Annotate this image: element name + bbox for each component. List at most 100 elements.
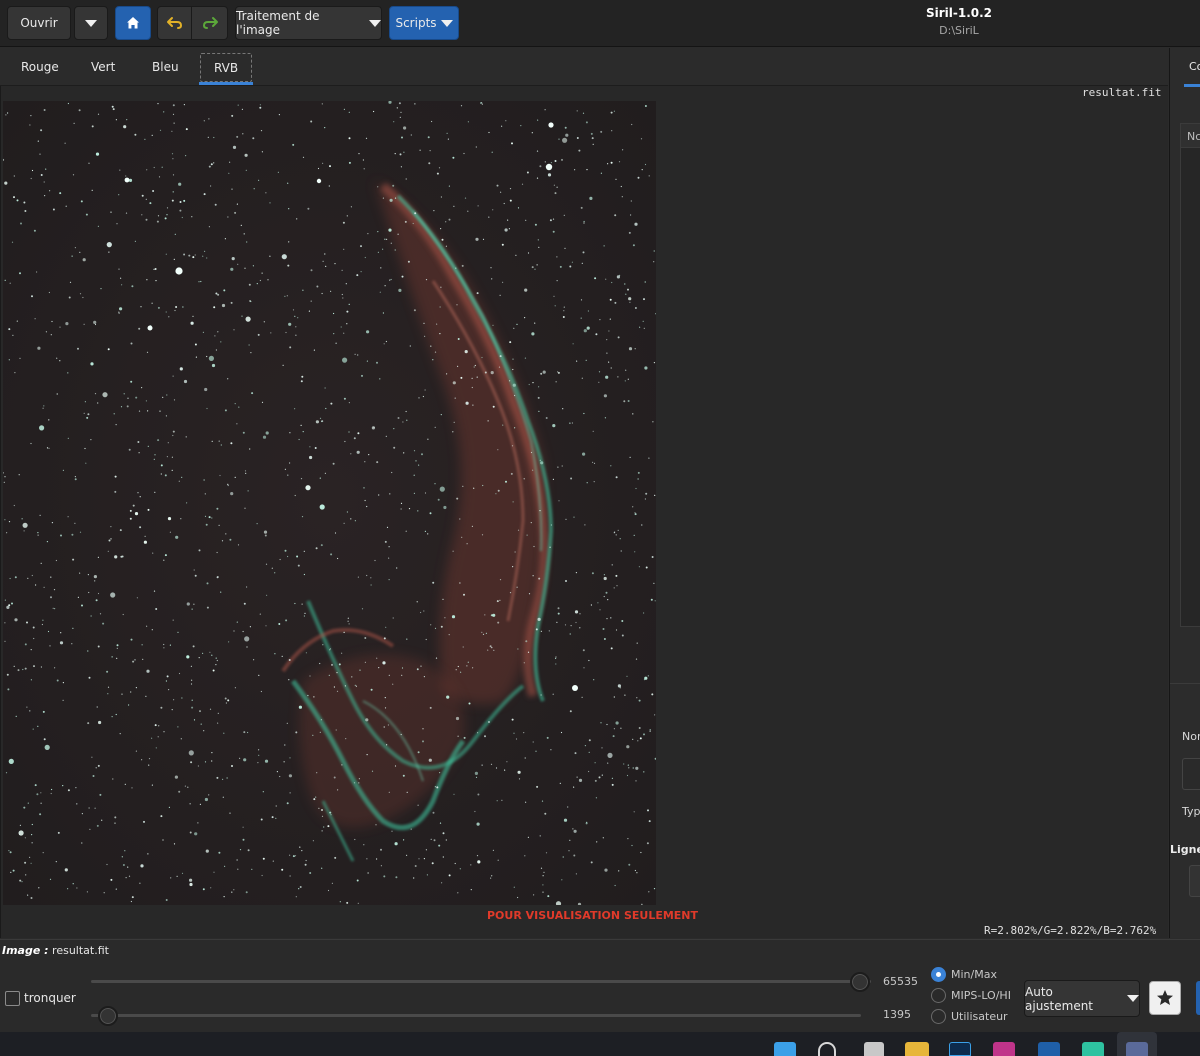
star <box>298 705 302 709</box>
star <box>102 622 105 625</box>
taskview-icon[interactable] <box>864 1042 884 1056</box>
star <box>155 280 157 282</box>
star <box>414 865 417 867</box>
star <box>301 603 303 605</box>
astro-image[interactable] <box>3 101 656 905</box>
star <box>408 508 411 510</box>
scripts-menu-button[interactable]: Scripts <box>389 6 459 40</box>
display-mode-dropdown[interactable]: Auto ajustement <box>1024 980 1140 1017</box>
radio-user-label: Utilisateur <box>951 1010 1008 1023</box>
star <box>367 872 369 874</box>
star <box>368 454 370 456</box>
star <box>10 871 12 874</box>
star <box>490 763 493 765</box>
star <box>115 713 117 716</box>
tab-green[interactable]: Vert <box>91 60 115 74</box>
radio-user[interactable] <box>931 1009 946 1024</box>
search-icon[interactable] <box>818 1042 836 1056</box>
star <box>242 838 245 841</box>
star <box>132 660 135 663</box>
star <box>434 483 436 485</box>
right-panel-tab[interactable]: Co <box>1189 60 1200 73</box>
image-processing-menu-button[interactable]: Traitement de l'image <box>235 6 382 40</box>
star <box>554 192 557 195</box>
star <box>582 649 585 652</box>
lines-button[interactable] <box>1189 865 1200 897</box>
edge-icon[interactable] <box>1082 1042 1104 1056</box>
tab-blue[interactable]: Bleu <box>152 60 179 74</box>
radio-minmax[interactable] <box>931 967 946 982</box>
star <box>128 448 131 451</box>
star <box>258 674 260 677</box>
star <box>364 256 366 259</box>
star <box>322 260 324 262</box>
star <box>126 119 128 121</box>
file-list-table[interactable]: Nc <box>1180 123 1200 627</box>
high-slider-track[interactable] <box>91 980 871 983</box>
star <box>400 733 402 736</box>
redo-button[interactable] <box>192 6 228 40</box>
star <box>371 426 375 430</box>
star <box>227 216 229 218</box>
high-slider-handle[interactable] <box>850 972 870 992</box>
type-label: Typ <box>1182 805 1200 818</box>
low-slider-track[interactable] <box>91 1014 861 1017</box>
recent-files-dropdown-button[interactable] <box>74 6 108 40</box>
redo-icon <box>202 17 218 29</box>
star <box>643 733 645 736</box>
star <box>346 901 349 904</box>
undo-button[interactable] <box>157 6 192 40</box>
star <box>253 188 255 190</box>
tab-rgb[interactable]: RVB <box>200 53 252 82</box>
star <box>610 111 613 114</box>
star <box>377 231 379 233</box>
star <box>634 869 637 872</box>
star <box>615 721 619 725</box>
star <box>171 130 173 132</box>
star <box>593 462 596 464</box>
star <box>56 393 58 395</box>
star <box>636 697 638 699</box>
channel-tabs: Rouge Vert Bleu <box>0 48 1168 86</box>
star <box>573 854 576 857</box>
color-saturation-button[interactable] <box>1196 981 1200 1015</box>
star <box>433 839 436 842</box>
star <box>88 162 90 164</box>
open-button[interactable]: Ouvrir <box>7 6 71 40</box>
star <box>31 834 33 836</box>
star <box>608 330 610 332</box>
camera-app-icon[interactable] <box>993 1042 1015 1056</box>
star <box>504 228 508 232</box>
star <box>648 457 650 459</box>
ccleaner-icon[interactable] <box>1038 1042 1060 1056</box>
star <box>230 492 234 496</box>
star <box>534 322 536 324</box>
star <box>135 687 137 689</box>
siril-app-icon[interactable] <box>1126 1042 1148 1056</box>
star <box>570 625 572 627</box>
star <box>436 786 439 789</box>
star <box>159 129 162 131</box>
radio-mips[interactable] <box>931 988 946 1003</box>
active-app-slot[interactable] <box>1117 1032 1157 1056</box>
tab-red[interactable]: Rouge <box>21 60 59 74</box>
star <box>400 111 402 113</box>
star <box>536 177 539 179</box>
star <box>202 888 205 891</box>
explorer-icon[interactable] <box>905 1042 929 1056</box>
windows-icon[interactable] <box>774 1042 796 1056</box>
star <box>328 185 330 187</box>
crop-checkbox[interactable] <box>5 991 20 1006</box>
star <box>345 283 347 285</box>
star <box>396 107 398 109</box>
name-input[interactable] <box>1182 758 1200 790</box>
home-button[interactable] <box>115 6 151 40</box>
star <box>271 816 274 819</box>
star <box>292 143 295 146</box>
star <box>90 439 92 441</box>
star-tool-button[interactable] <box>1149 981 1181 1015</box>
photoshop-icon[interactable] <box>949 1042 971 1056</box>
star <box>167 442 169 444</box>
low-slider-handle[interactable] <box>98 1006 118 1026</box>
star <box>259 613 261 615</box>
